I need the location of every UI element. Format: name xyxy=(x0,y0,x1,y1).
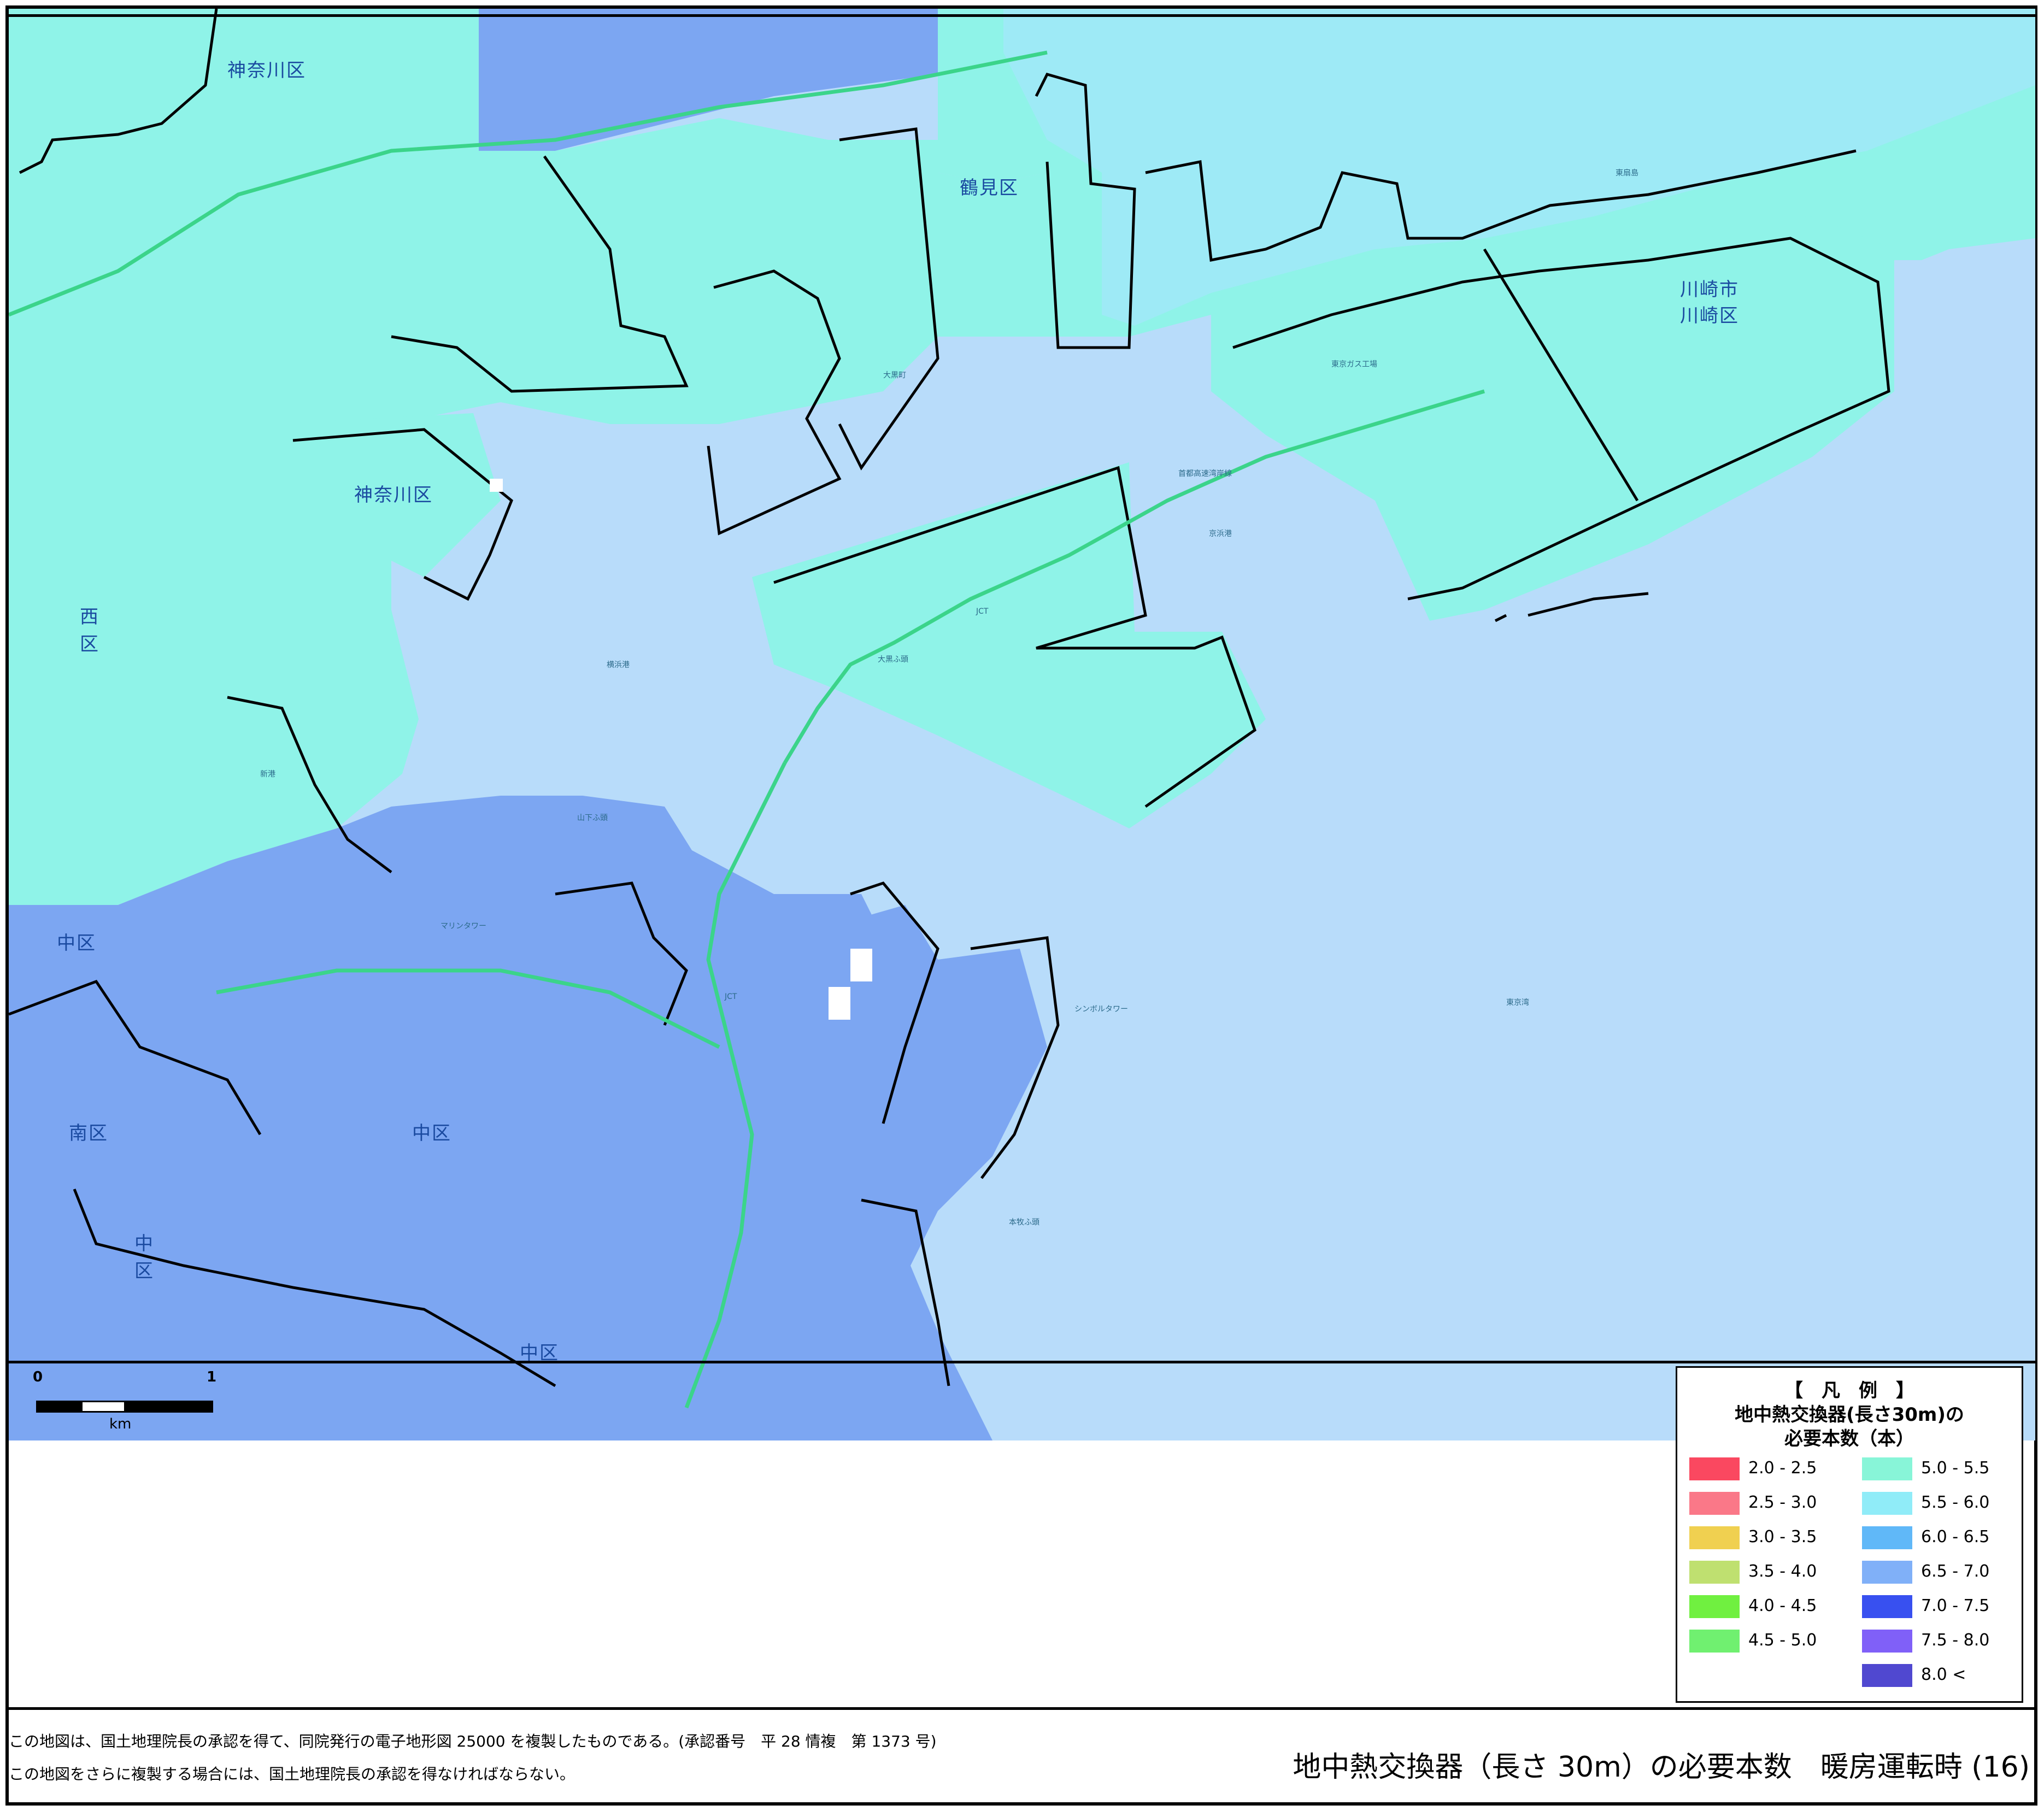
legend-item: 5.5 - 6.0 xyxy=(1862,1490,2015,1517)
scale-unit: km xyxy=(109,1416,132,1432)
legend-label: 5.0 - 5.5 xyxy=(1921,1459,1990,1478)
place-label: 神奈川区 xyxy=(354,484,433,506)
place-label: 大黒ふ頭 xyxy=(878,655,908,664)
legend-label: 4.5 - 5.0 xyxy=(1748,1631,1817,1650)
legend-label: 3.0 - 3.5 xyxy=(1748,1527,1817,1547)
legend-label: 2.0 - 2.5 xyxy=(1748,1459,1817,1478)
scale-segment xyxy=(126,1401,213,1413)
place-label: 横浜港 xyxy=(607,661,630,669)
legend-label: 7.0 - 7.5 xyxy=(1921,1596,1990,1615)
place-label: マリンタワー xyxy=(440,922,486,931)
scale-bar: 0 1 km xyxy=(33,1369,219,1434)
no-data-cell xyxy=(490,479,503,492)
no-data-cell xyxy=(829,987,850,1020)
legend-item: 3.5 - 4.0 xyxy=(1689,1559,1842,1586)
place-label: 神奈川区 xyxy=(227,60,306,81)
place-label: 東京ガス工場 xyxy=(1331,360,1377,369)
place-label: 南区 xyxy=(69,1122,108,1144)
legend-title-line1: 地中熱交換器(長さ30m)の xyxy=(1735,1404,1964,1426)
legend-label: 6.5 - 7.0 xyxy=(1921,1562,1990,1581)
place-label: JCT xyxy=(725,992,737,1001)
place-label: 山下ふ頭 xyxy=(577,814,608,822)
place-label: 東京湾 xyxy=(1506,998,1529,1007)
legend-label: 5.5 - 6.0 xyxy=(1921,1493,1990,1512)
legend-item: 8.0 < xyxy=(1862,1662,2015,1689)
legend-swatch xyxy=(1689,1457,1740,1480)
legend-label: 8.0 < xyxy=(1921,1665,1966,1684)
no-data-cell xyxy=(850,949,872,981)
map-area[interactable]: 神奈川区 鶴見区 神奈川区 西 区 川崎市 川崎区 中区 南区 中区 中 区 中… xyxy=(9,9,2035,1440)
legend-item: 2.0 - 2.5 xyxy=(1689,1455,1842,1483)
place-label: 新港 xyxy=(260,770,275,779)
legend-title-line2: 必要本数（本） xyxy=(1784,1428,1914,1450)
scale-zero: 0 xyxy=(33,1369,43,1385)
legend-label: 3.5 - 4.0 xyxy=(1748,1562,1817,1581)
legend-swatch xyxy=(1862,1457,1912,1480)
footer: この地図は、国土地理院長の承認を得て、同院発行の電子地形図 25000 を複製し… xyxy=(9,1707,2035,1806)
place-label: 区 xyxy=(80,633,99,655)
place-label: 川崎区 xyxy=(1680,305,1739,327)
place-label: 大黒町 xyxy=(883,371,906,380)
legend-swatch xyxy=(1689,1561,1740,1584)
neatline-bottom xyxy=(9,1361,2035,1363)
place-label: JCT xyxy=(976,607,989,616)
scale-one: 1 xyxy=(207,1369,217,1385)
legend-item: 7.0 - 7.5 xyxy=(1862,1593,2015,1620)
legend-swatch xyxy=(1862,1526,1912,1549)
legend-label: 2.5 - 3.0 xyxy=(1748,1493,1817,1512)
legend-item: 3.0 - 3.5 xyxy=(1689,1524,1842,1551)
place-label: 首都高速湾岸線 xyxy=(1178,469,1232,478)
legend-item: 7.5 - 8.0 xyxy=(1862,1627,2015,1655)
place-label: 西 xyxy=(80,606,99,628)
legend-item: 4.0 - 4.5 xyxy=(1689,1593,1842,1620)
map-caption: 地中熱交換器（長さ 30m）の必要本数 暖房運転時 (16) xyxy=(1293,1751,2030,1784)
scale-segment xyxy=(81,1401,126,1413)
legend-item: 6.5 - 7.0 xyxy=(1862,1559,2015,1586)
place-label: 京浜港 xyxy=(1209,530,1232,538)
place-label: 本牧ふ頭 xyxy=(1009,1218,1039,1227)
place-label: シンボルタワー xyxy=(1074,1005,1128,1014)
legend-label: 7.5 - 8.0 xyxy=(1921,1631,1990,1650)
legend-bracket-title: 【 凡 例 】 xyxy=(1784,1380,1914,1402)
legend: 【 凡 例 】 地中熱交換器(長さ30m)の 必要本数（本） 2.0 - 2.5… xyxy=(1676,1366,2023,1703)
legend-swatch xyxy=(1689,1630,1740,1653)
legend-item: 4.5 - 5.0 xyxy=(1689,1627,1842,1655)
copyright-note-1: この地図は、国土地理院長の承認を得て、同院発行の電子地形図 25000 を複製し… xyxy=(9,1732,937,1750)
legend-swatch xyxy=(1862,1595,1912,1618)
legend-label: 4.0 - 4.5 xyxy=(1748,1596,1817,1615)
place-label: 川崎市 xyxy=(1680,279,1739,301)
place-label: 区 xyxy=(134,1260,154,1282)
legend-swatch xyxy=(1862,1561,1912,1584)
legend-item: 2.5 - 3.0 xyxy=(1689,1490,1842,1517)
legend-swatch xyxy=(1862,1492,1912,1515)
place-label: 中区 xyxy=(57,932,96,954)
scale-segment xyxy=(36,1401,81,1413)
neatline-top xyxy=(9,14,2035,17)
legend-item: 6.0 - 6.5 xyxy=(1862,1524,2015,1551)
place-label: 中区 xyxy=(412,1122,451,1144)
place-label: 東扇島 xyxy=(1616,169,1638,178)
legend-swatch xyxy=(1862,1630,1912,1653)
legend-label: 6.0 - 6.5 xyxy=(1921,1527,1990,1547)
place-label: 中 xyxy=(134,1233,154,1255)
place-label: 鶴見区 xyxy=(960,177,1019,199)
legend-swatch xyxy=(1689,1595,1740,1618)
copyright-note-2: この地図をさらに複製する場合には、国土地理院長の承認を得なければならない。 xyxy=(9,1765,575,1783)
legend-swatch xyxy=(1862,1664,1912,1687)
legend-item: 5.0 - 5.5 xyxy=(1862,1455,2015,1483)
legend-swatch xyxy=(1689,1492,1740,1515)
legend-swatch xyxy=(1689,1526,1740,1549)
